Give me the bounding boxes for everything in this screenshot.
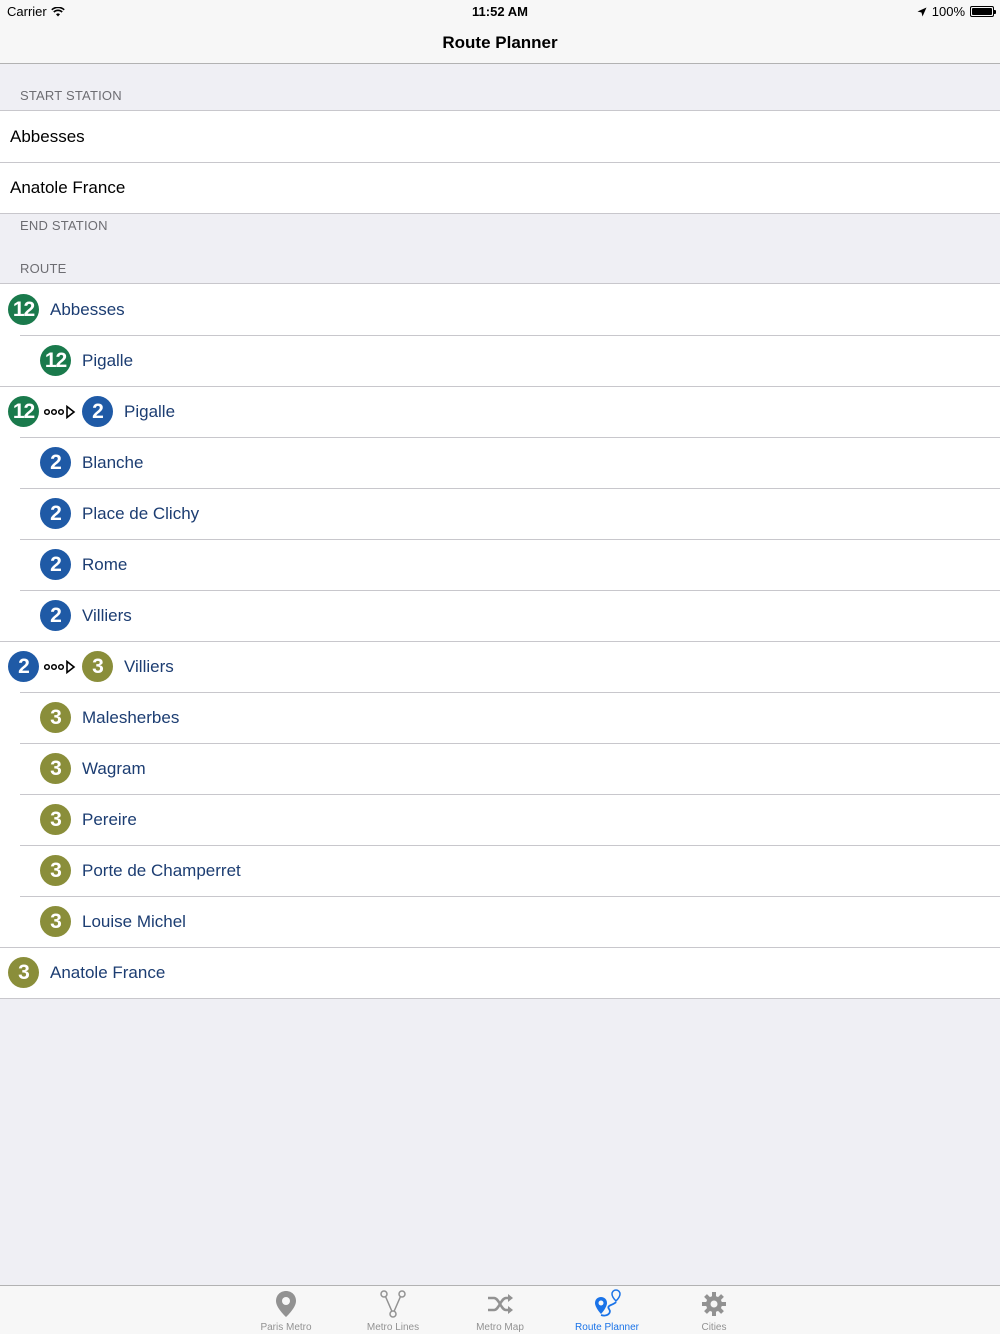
route-list: 12 Abbesses 12 Pigalle 12 2 Pigalle 2 Blanche 2 Pl… [0,283,1000,999]
tab-bar: Paris Metro Metro Lines Metro Map Route … [0,1285,1000,1334]
station-name: Rome [82,554,128,574]
line-3-badge: 3 [40,753,71,784]
tab-label: Route Planner [575,1322,639,1333]
station-name: Pereire [82,809,137,829]
tab-cities[interactable]: Cities [661,1286,768,1334]
start-station-option[interactable]: Abbesses [0,111,1000,162]
route-stop-row[interactable]: 2 Place de Clichy [0,488,1000,539]
route-header: ROUTE [20,261,67,276]
route-planner-table[interactable]: START STATION Abbesses Anatole France EN… [0,64,1000,999]
route-stop-row[interactable]: 3 Louise Michel [0,896,1000,947]
station-name: Villiers [82,605,132,625]
end-station-header: END STATION [20,218,108,233]
line-2-badge: 2 [40,549,71,580]
line-2-badge: 2 [40,600,71,631]
start-station-header: START STATION [20,88,122,103]
shuffle-icon [488,1294,513,1314]
tab-metro-map[interactable]: Metro Map [447,1286,554,1334]
line-3-badge: 3 [40,804,71,835]
tab-label: Metro Lines [366,1322,420,1333]
station-name: Villiers [124,656,174,676]
page-title: Route Planner [442,32,558,52]
tab-metro-lines[interactable]: Metro Lines [340,1286,447,1334]
start-station-option[interactable]: Anatole France [0,162,1000,213]
station-name: Place de Clichy [82,503,200,523]
battery-icon [970,6,996,17]
line-3-badge: 3 [8,957,39,988]
route-stop-row[interactable]: 2 Villiers [0,590,1000,641]
route-stop-row[interactable]: 3 Anatole France [0,947,1000,998]
route-stop-row[interactable]: 3 Malesherbes [0,692,1000,743]
line-3-badge: 3 [40,702,71,733]
route-planner-icon [595,1289,621,1317]
line-3-badge: 3 [40,906,71,937]
route-stop-row[interactable]: 12 Abbesses [0,284,1000,335]
line-3-badge: 3 [82,651,113,682]
station-name: Abbesses [50,299,125,319]
transfer-arrow-icon [44,404,76,419]
route-stop-row[interactable]: 3 Pereire [0,794,1000,845]
gear-icon [702,1292,726,1316]
station-name: Pigalle [124,401,176,421]
station-name: Blanche [82,452,144,472]
transfer-arrow-icon [44,659,76,674]
status-bar: Carrier 11:52 AM 100% [0,0,1000,22]
route-stop-row[interactable]: 2 Blanche [0,437,1000,488]
route-stop-row[interactable]: 3 Wagram [0,743,1000,794]
map-pin-icon [276,1291,296,1317]
tab-route-planner[interactable]: Route Planner [554,1286,661,1334]
station-name: Wagram [82,758,146,778]
tab-label: Cities [701,1322,727,1333]
station-name: Anatole France [50,962,166,982]
line-2-badge: 2 [40,498,71,529]
clock: 11:52 AM [472,4,528,19]
start-station-group: Abbesses Anatole France [0,110,1000,214]
route-stop-row[interactable]: 12 Pigalle [0,335,1000,386]
station-name: Porte de Champerret [82,860,241,880]
station-label: Anatole France [10,177,126,197]
line-3-badge: 3 [40,855,71,886]
tab-paris-metro[interactable]: Paris Metro [233,1286,340,1334]
line-2-badge: 2 [8,651,39,682]
route-stop-row[interactable]: 2 Rome [0,539,1000,590]
battery-percent: 100% [931,4,965,19]
station-name: Pigalle [82,350,134,370]
tab-label: Paris Metro [260,1322,312,1333]
location-arrow-icon [917,7,927,16]
line-12-badge: 12 [8,294,39,325]
line-2-badge: 2 [40,447,71,478]
station-name: Louise Michel [82,911,186,931]
station-name: Malesherbes [82,707,180,727]
station-label: Abbesses [10,126,85,146]
navigation-bar: Route Planner [0,22,1000,64]
branch-icon [380,1290,406,1318]
line-12-badge: 12 [40,345,71,376]
line-12-badge: 12 [8,396,39,427]
route-transfer-row[interactable]: 12 2 Pigalle [0,386,1000,437]
line-2-badge: 2 [82,396,113,427]
tab-label: Metro Map [476,1322,524,1333]
status-right: 100% [917,4,996,19]
route-transfer-row[interactable]: 2 3 Villiers [0,641,1000,692]
route-stop-row[interactable]: 3 Porte de Champerret [0,845,1000,896]
